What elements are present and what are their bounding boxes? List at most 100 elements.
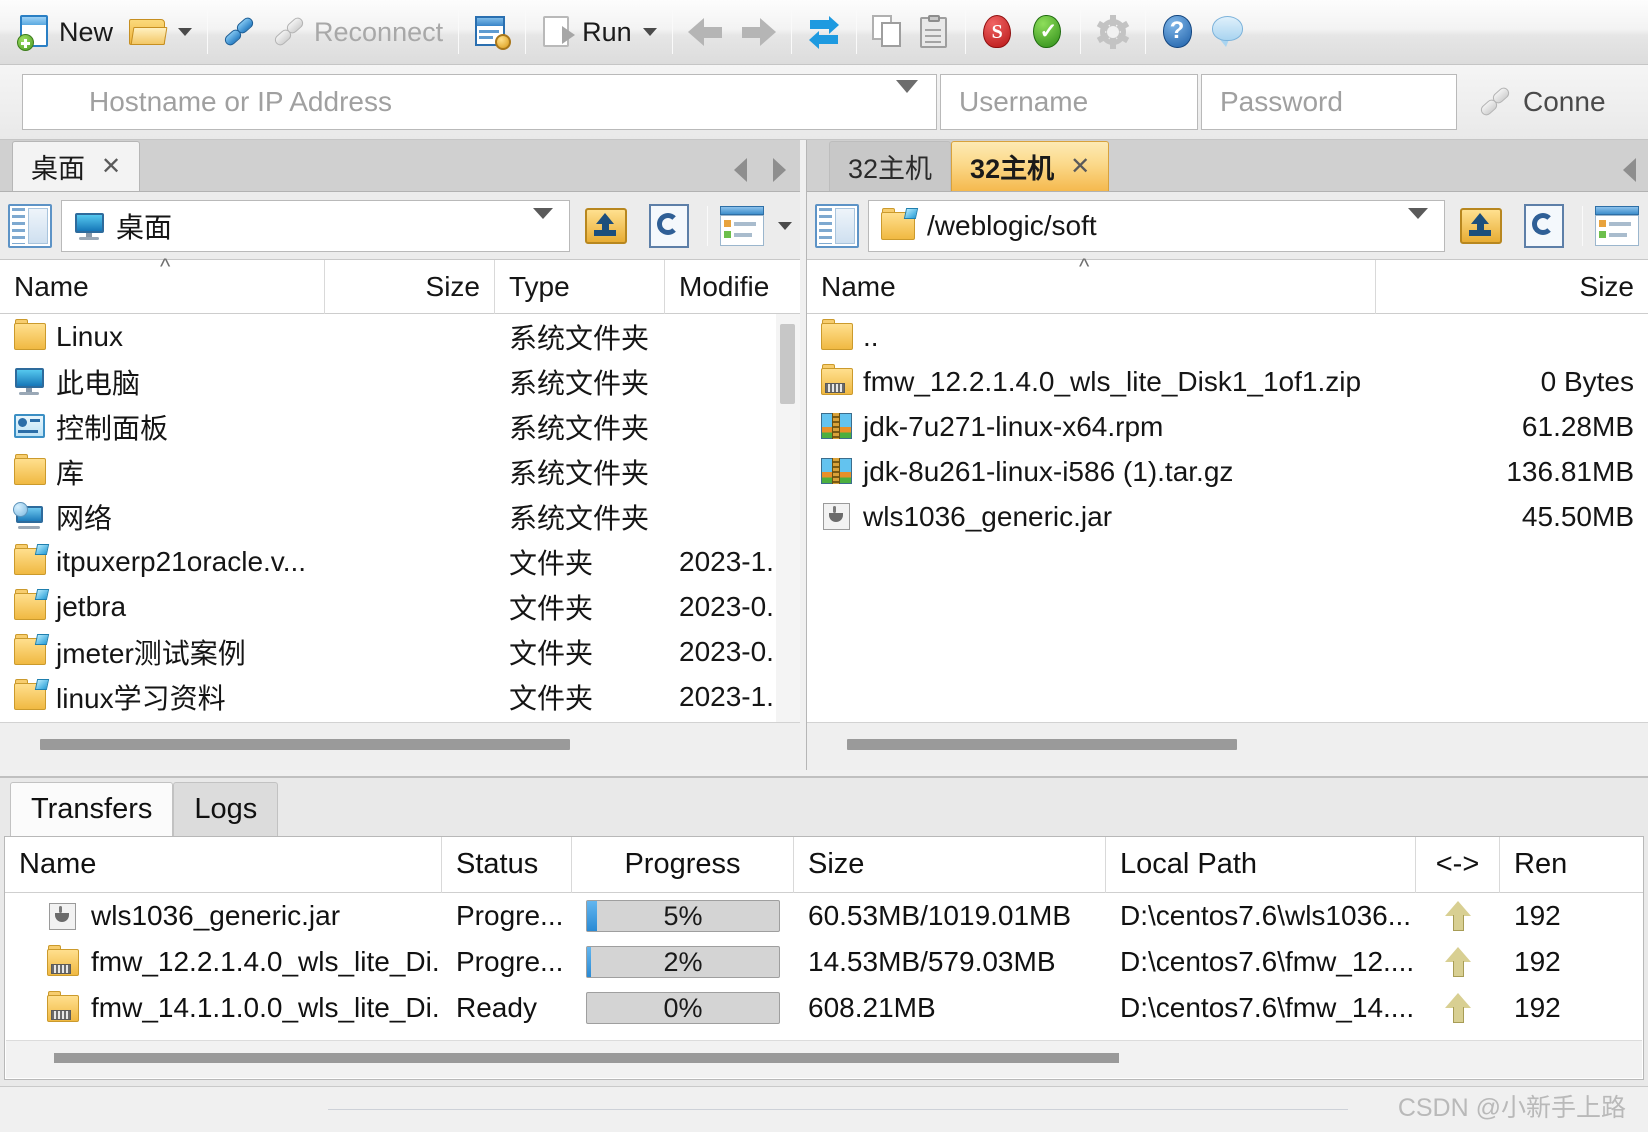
red-tool-button[interactable]: S (973, 6, 1023, 58)
transfers-horizontal-scrollbar[interactable] (6, 1040, 1642, 1078)
chevron-down-icon[interactable] (896, 80, 918, 111)
transfer-local-path: D:\centos7.6\wls1036... (1120, 900, 1412, 931)
toolbar-divider (855, 10, 857, 54)
col-remote[interactable]: Ren (1500, 837, 1640, 893)
tab-scroll-right-icon[interactable] (773, 158, 786, 182)
new-session-button[interactable]: New (10, 6, 121, 58)
run-button[interactable]: Run (533, 6, 665, 58)
forward-button[interactable] (732, 6, 784, 58)
remote-tab-host-1[interactable]: 32主机 (829, 141, 952, 191)
local-col-type[interactable]: Type (495, 259, 665, 314)
col-progress-label: Progress (624, 848, 741, 880)
remote-col-size[interactable]: Size (1376, 260, 1648, 314)
table-row[interactable]: itpuxerp21oracle.v... 文件夹 2023-1. (0, 539, 800, 584)
copy-button[interactable] (864, 6, 912, 58)
tab-scroll-left-icon[interactable] (734, 158, 747, 182)
password-input[interactable]: Password (1201, 74, 1457, 130)
toggle-tree-pane-icon[interactable] (8, 203, 52, 248)
local-horizontal-scrollbar[interactable] (0, 722, 800, 770)
folder-shortcut-icon (881, 207, 919, 240)
local-vertical-scrollbar[interactable] (776, 314, 800, 722)
toolbar-divider (207, 10, 209, 54)
table-row[interactable]: fmw_12.2.1.4.0_wls_lite_Di... Progre... … (5, 939, 1643, 985)
table-row[interactable]: jdk-7u271-linux-x64.rpm 61.28MB (807, 404, 1648, 449)
table-row[interactable]: jmeter测试案例 文件夹 2023-0. (0, 629, 800, 674)
feedback-button[interactable] (1203, 6, 1253, 58)
col-direction[interactable]: <-> (1416, 836, 1500, 893)
remote-file-list[interactable]: .. fmw_12.2.1.4.0_wls_lite_Disk1_1of1.zi… (807, 314, 1648, 722)
local-parent-folder-button[interactable] (579, 199, 633, 253)
hostname-combobox[interactable]: Hostname or IP Address (22, 74, 937, 130)
toolbar-divider (1144, 10, 1146, 54)
table-row[interactable]: fmw_14.1.1.0.0_wls_lite_Di... Ready 0% 6… (5, 985, 1643, 1031)
table-row[interactable]: 此电脑 系统文件夹 (0, 359, 800, 404)
file-type: 系统文件夹 (509, 322, 650, 354)
help-button[interactable]: ? (1153, 6, 1203, 58)
local-tab-desktop[interactable]: 桌面 ✕ (12, 141, 141, 191)
back-button[interactable] (680, 6, 732, 58)
table-row[interactable]: 网络 系统文件夹 (0, 494, 800, 539)
remote-tab-nav (1623, 158, 1636, 182)
file-name: jdk-8u261-linux-i586 (1).tar.gz (863, 455, 1234, 487)
chevron-down-icon[interactable] (533, 207, 553, 237)
table-row[interactable]: wls1036_generic.jar 45.50MB (807, 494, 1648, 539)
reconnect-button[interactable]: Reconnect (265, 6, 451, 58)
col-local-path[interactable]: Local Path (1106, 836, 1416, 893)
remote-view-mode-button[interactable] (1594, 199, 1640, 253)
remote-refresh-button[interactable] (1517, 199, 1571, 253)
chevron-down-icon[interactable] (1408, 207, 1428, 237)
progress-bar: 2% (586, 946, 780, 978)
local-col-size[interactable]: Size (325, 259, 495, 314)
close-icon[interactable]: ✕ (101, 152, 121, 181)
green-tool-button[interactable]: ✓ (1023, 6, 1073, 58)
local-path-combobox[interactable]: 桌面 (61, 199, 570, 252)
table-row[interactable]: linux学习资料 文件夹 2023-1. (0, 674, 800, 719)
transfers-column-headers: Name Status Progress Size Local Path <->… (5, 836, 1643, 893)
remote-path-combobox[interactable]: /weblogic/soft (868, 199, 1445, 252)
tab-scroll-left-icon[interactable] (1623, 158, 1636, 182)
remote-col-name[interactable]: Name ^ (807, 254, 1377, 314)
table-row[interactable]: 控制面板 系统文件夹 (0, 404, 800, 449)
connect-bar-button[interactable]: Conne (1478, 85, 1606, 119)
tab-transfers[interactable]: Transfers (10, 782, 174, 836)
table-row[interactable]: jetbra 文件夹 2023-0. (0, 584, 800, 629)
transfer-local-path: D:\centos7.6\fmw_14.... (1120, 992, 1415, 1023)
remote-path-value: /weblogic/soft (927, 209, 1097, 241)
local-col-name[interactable]: Name ^ (0, 254, 325, 314)
remote-parent-folder-button[interactable] (1454, 199, 1508, 253)
file-type: 文件夹 (509, 592, 594, 624)
connect-button[interactable] (215, 6, 265, 58)
open-folder-button[interactable] (121, 6, 200, 58)
remote-tab-host-2[interactable]: 32主机 ✕ (951, 141, 1110, 191)
table-row[interactable]: fmw_12.2.1.4.0_wls_lite_Disk1_1of1.zip 0… (807, 359, 1648, 404)
local-file-list[interactable]: Linux 系统文件夹 此电脑 系统文件夹 控制面板 系统文件夹 库 系统文件夹… (0, 314, 800, 722)
file-type: 文件夹 (509, 637, 594, 669)
username-input[interactable]: Username (940, 74, 1198, 130)
session-settings-button[interactable] (466, 6, 518, 58)
close-icon[interactable]: ✕ (1070, 152, 1090, 181)
table-row[interactable]: wls1036_generic.jar Progre... 5% 60.53MB… (5, 893, 1643, 939)
local-refresh-button[interactable] (642, 199, 696, 253)
file-modified: 2023-0. (679, 635, 774, 667)
table-row[interactable]: jdk-8u261-linux-i586 (1).tar.gz 136.81MB (807, 449, 1648, 494)
zip-folder-icon (47, 990, 79, 1022)
connect-label: Conne (1523, 86, 1606, 117)
col-name[interactable]: Name (5, 836, 442, 893)
toggle-tree-pane-icon[interactable] (815, 203, 859, 248)
table-row[interactable]: Linux 系统文件夹 (0, 314, 800, 359)
local-view-mode-button[interactable] (719, 199, 765, 253)
tab-logs[interactable]: Logs (173, 782, 279, 836)
col-size[interactable]: Size (794, 836, 1106, 893)
paste-button[interactable] (912, 6, 958, 58)
chevron-down-icon[interactable] (778, 221, 792, 230)
col-progress[interactable]: Progress (572, 836, 794, 893)
options-button[interactable] (1088, 6, 1138, 58)
table-row[interactable]: 库 系统文件夹 (0, 449, 800, 494)
col-status[interactable]: Status (442, 836, 572, 893)
local-col-modified[interactable]: Modifie (665, 260, 775, 314)
remote-horizontal-scrollbar[interactable] (807, 722, 1648, 770)
file-type: 系统文件夹 (509, 457, 650, 489)
sync-browsing-button[interactable] (799, 6, 849, 58)
table-row[interactable]: .. (807, 314, 1648, 359)
toolbar-divider (525, 10, 527, 54)
